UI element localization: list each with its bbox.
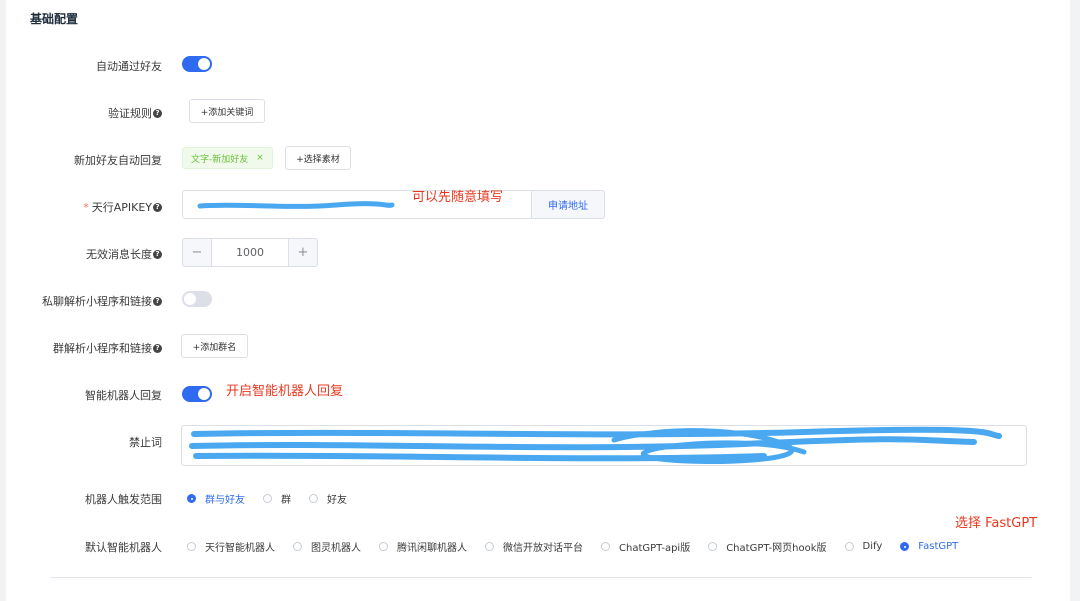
smart-reply-label: 智能机器人回复	[85, 389, 162, 402]
radio-dot-icon	[601, 542, 610, 551]
radio-tencent-chat-bot[interactable]: 腾讯闲聊机器人	[379, 539, 467, 554]
question-icon[interactable]: ?	[153, 202, 162, 212]
radio-dot-icon	[309, 494, 318, 503]
radio-chatgpt-api[interactable]: ChatGPT-api版	[601, 539, 690, 554]
add-group-name-button[interactable]: +添加群名	[181, 334, 248, 358]
decrement-button[interactable]: −	[182, 238, 212, 267]
trigger-scope-group: 群与好友 群 好友	[187, 491, 365, 506]
auto-accept-toggle[interactable]	[182, 56, 212, 72]
question-icon[interactable]: ?	[153, 249, 162, 259]
radio-dot-icon	[844, 542, 854, 551]
radio-dify[interactable]: Dify	[844, 541, 882, 552]
section-title: 基础配置	[30, 12, 79, 26]
new-friend-reply-label: 新加好友自动回复	[74, 154, 162, 167]
radio-fastgpt[interactable]: FastGPT	[900, 541, 958, 552]
radio-dot-icon	[293, 542, 302, 551]
config-card: 基础配置 自动通过好友 验证规则? +添加关键词 新加好友自动回复 文字-新加好…	[6, 0, 1070, 601]
forbidden-words-label: 禁止词	[129, 436, 162, 449]
radio-chatgpt-hook[interactable]: ChatGPT-网页hook版	[708, 539, 827, 554]
toggle-knob	[198, 388, 210, 400]
private-parse-toggle[interactable]	[182, 291, 212, 307]
forbidden-words-textarea[interactable]	[181, 425, 1027, 466]
radio-group-and-friend[interactable]: 群与好友	[187, 491, 245, 506]
radio-dot-icon	[485, 542, 494, 551]
smart-reply-annotation: 开启智能机器人回复	[226, 384, 344, 399]
reply-tag-text: 文字-新加好友	[191, 154, 249, 165]
question-icon[interactable]: ?	[153, 296, 162, 306]
default-bot-annotation: 选择 FastGPT	[955, 516, 1038, 531]
radio-dot-icon	[187, 494, 196, 503]
add-keyword-button[interactable]: +添加关键词	[189, 99, 265, 123]
radio-dot-icon	[708, 542, 718, 551]
section-divider	[50, 577, 1032, 578]
apply-address-button[interactable]: 申请地址	[531, 190, 605, 219]
trigger-scope-label: 机器人触发范围	[85, 493, 162, 506]
tag-close-icon[interactable]: ×	[256, 153, 264, 163]
auto-accept-label: 自动通过好友	[96, 60, 162, 73]
toggle-knob	[198, 58, 210, 70]
radio-friend[interactable]: 好友	[309, 491, 347, 506]
radio-turing-bot[interactable]: 图灵机器人	[293, 539, 361, 554]
increment-button[interactable]: +	[288, 238, 318, 267]
toggle-knob	[184, 293, 196, 305]
default-bot-group: 天行智能机器人 图灵机器人 腾讯闲聊机器人 微信开放对话平台 ChatGPT-a…	[187, 539, 976, 554]
select-material-button[interactable]: +选择素材	[285, 146, 351, 170]
verify-rule-label: 验证规则?	[108, 105, 162, 121]
group-parse-label: 群解析小程序和链接?	[53, 340, 162, 356]
question-icon[interactable]: ?	[153, 108, 162, 118]
radio-dot-icon	[263, 494, 272, 503]
required-mark: *	[83, 200, 89, 214]
private-parse-label: 私聊解析小程序和链接?	[42, 293, 162, 309]
apikey-annotation: 可以先随意填写	[412, 190, 504, 205]
reply-tag: 文字-新加好友 ×	[182, 147, 273, 169]
radio-tianxing-bot[interactable]: 天行智能机器人	[187, 539, 275, 554]
apikey-label: * 天行APIKEY?	[83, 199, 162, 215]
smart-reply-toggle[interactable]	[182, 386, 212, 402]
radio-dot-icon	[379, 542, 388, 551]
radio-group[interactable]: 群	[263, 491, 291, 506]
invalid-length-label: 无效消息长度?	[86, 246, 162, 262]
radio-dot-icon	[187, 542, 196, 551]
radio-dot-icon	[900, 542, 910, 551]
invalid-length-value[interactable]: 1000	[212, 238, 288, 267]
question-icon[interactable]: ?	[153, 343, 162, 353]
default-bot-label: 默认智能机器人	[85, 541, 162, 554]
radio-wechat-dialog[interactable]: 微信开放对话平台	[485, 539, 583, 554]
